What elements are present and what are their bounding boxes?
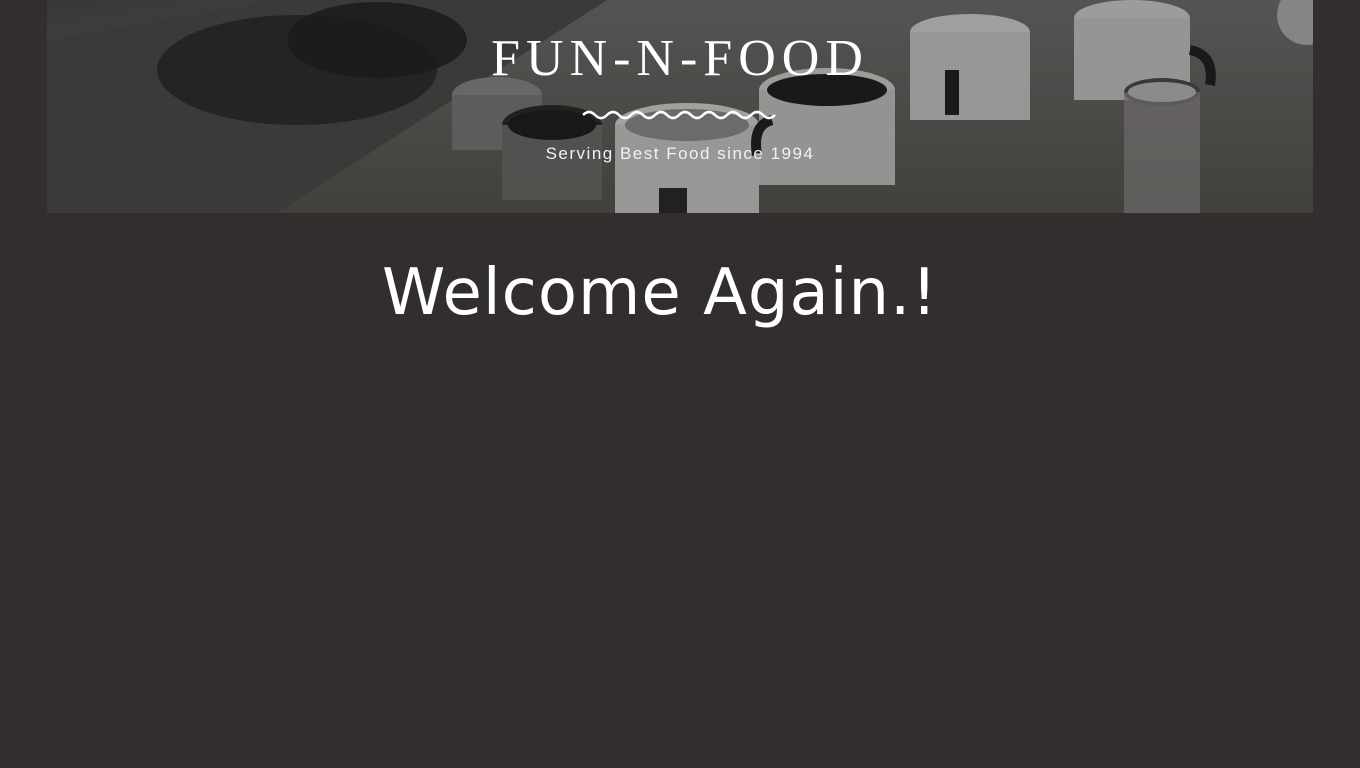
tagline: Serving Best Food since 1994 [545, 144, 815, 163]
page: FUN-N-FOOD Serving Best Food since 1994 … [0, 0, 1360, 768]
welcome-heading: Welcome Again.! [381, 256, 939, 330]
wave-divider-icon [582, 110, 776, 120]
brand-title: FUN-N-FOOD [491, 30, 869, 87]
header-banner: FUN-N-FOOD Serving Best Food since 1994 [47, 0, 1313, 213]
